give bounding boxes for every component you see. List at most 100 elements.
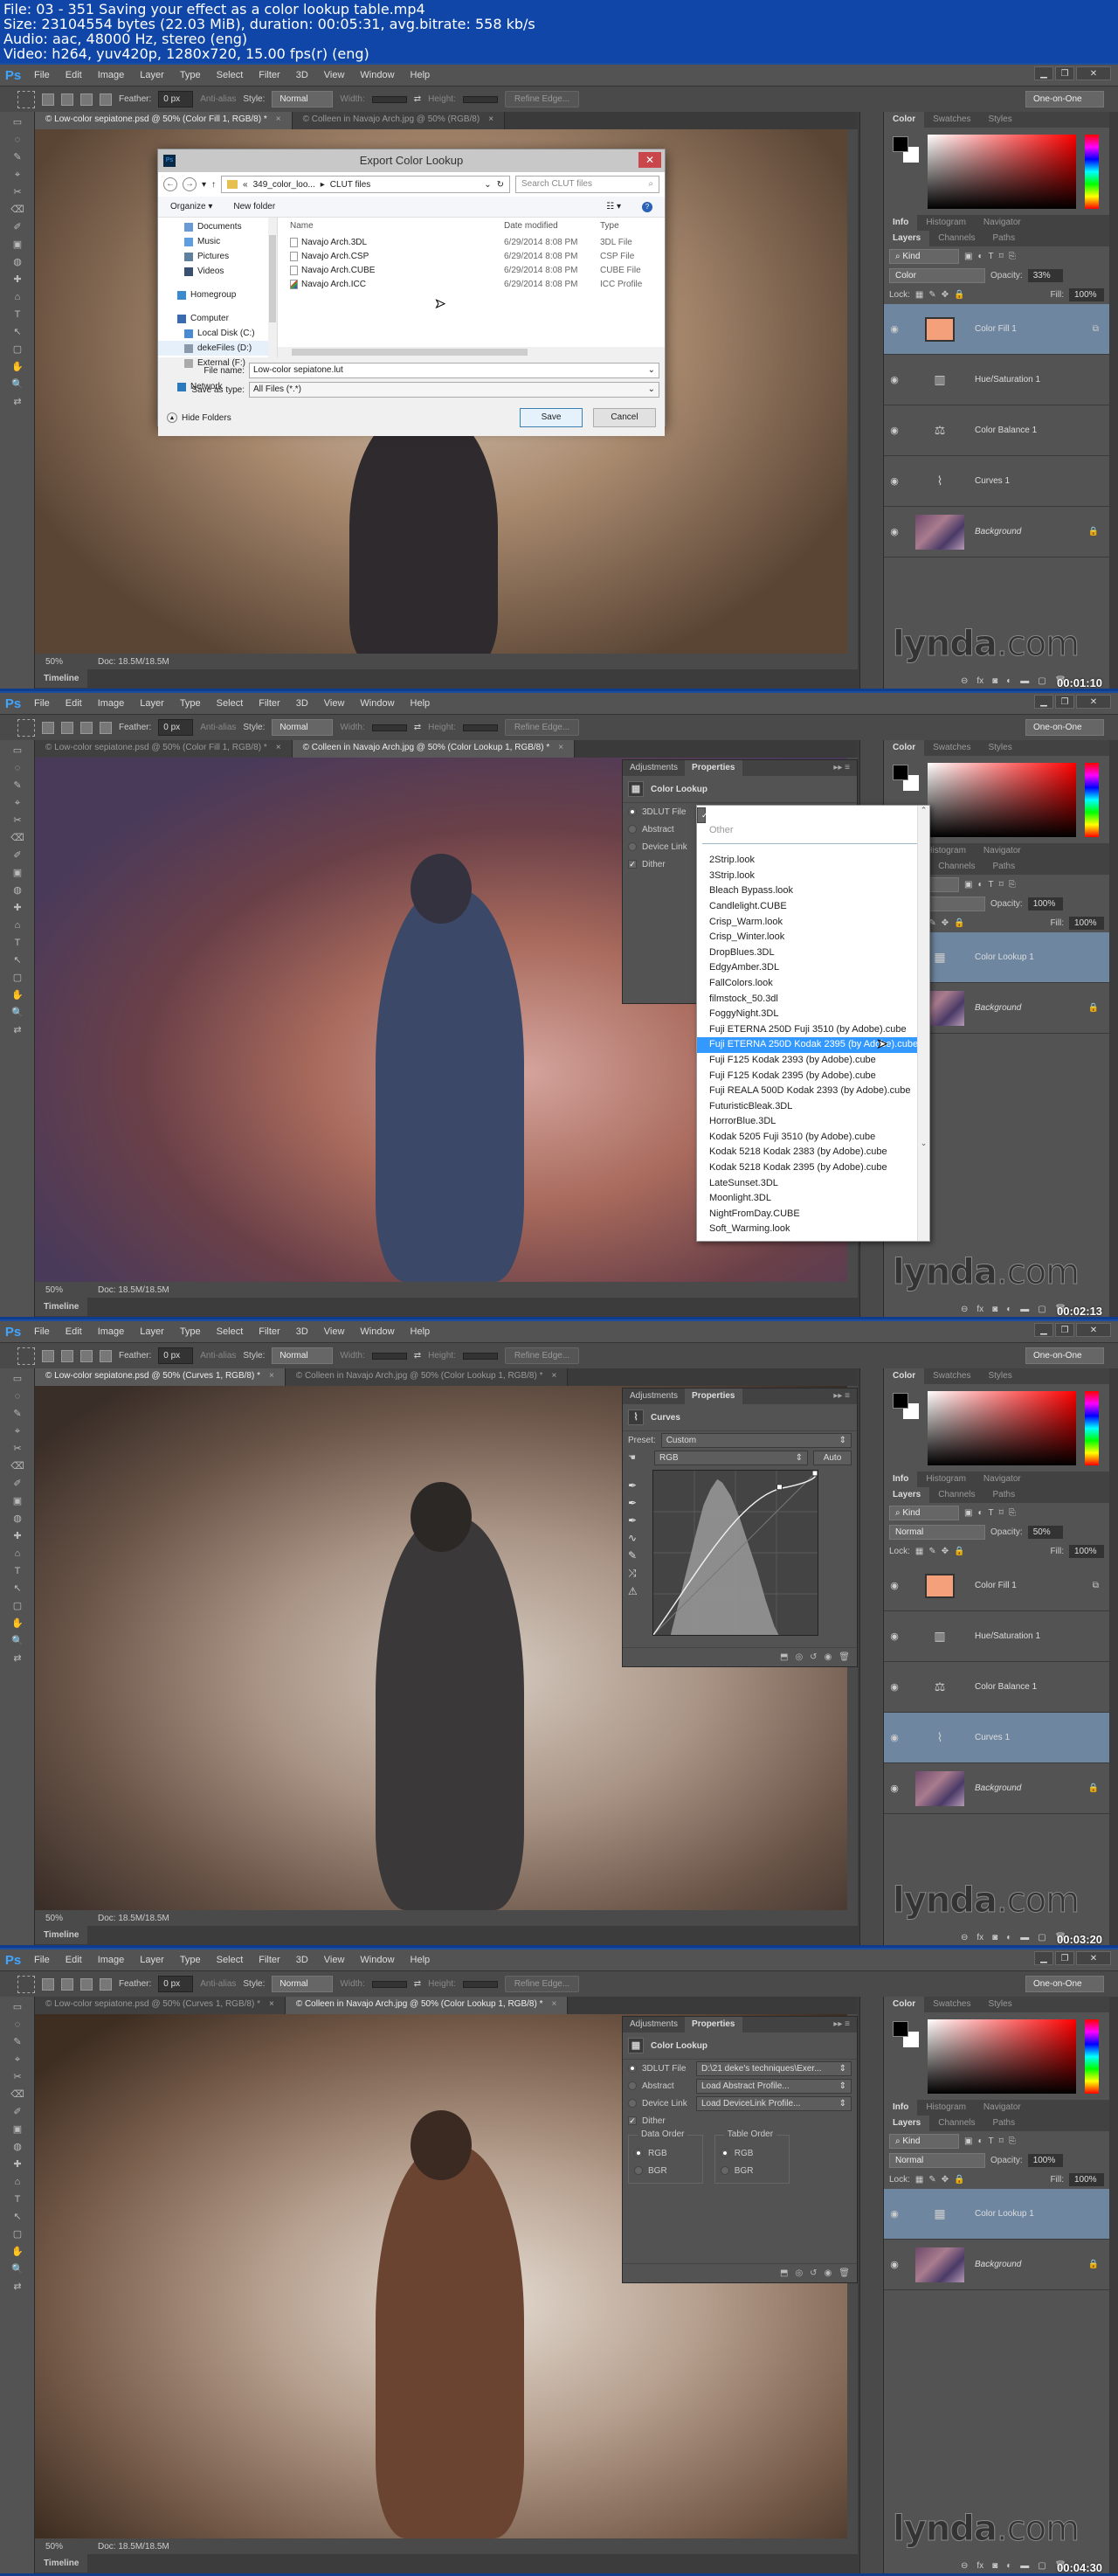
tool-icon[interactable]: ✐ xyxy=(10,220,25,234)
workspace-select[interactable]: One-on-One xyxy=(1025,719,1104,736)
layer-row[interactable]: ◉ ⌇ Curves 1 xyxy=(884,1713,1109,1763)
visibility-icon[interactable]: ◉ xyxy=(825,2268,832,2278)
dropdown-item[interactable]: Crisp_Winter.look xyxy=(697,930,929,945)
tool-icon[interactable]: ✚ xyxy=(10,273,25,287)
timeline-tab[interactable]: Timeline xyxy=(35,1298,88,1316)
minimize-button[interactable]: ▁ xyxy=(1034,695,1053,709)
tool-icon[interactable]: ⌫ xyxy=(10,2088,25,2102)
menu-select[interactable]: Select xyxy=(209,70,252,80)
tool-icon[interactable]: ▣ xyxy=(10,1494,25,1508)
foreground-color-swatch[interactable] xyxy=(893,2021,908,2037)
type-filter-icon[interactable]: T xyxy=(989,1508,994,1518)
dither-checkbox[interactable]: ✓ xyxy=(628,860,637,869)
dropdown-item[interactable]: 2Strip.look xyxy=(697,853,929,869)
tab-channels[interactable]: Channels xyxy=(929,1487,983,1503)
tool-icon[interactable]: ⌫ xyxy=(10,203,25,217)
refine-edge-button[interactable]: Refine Edge... xyxy=(504,91,580,107)
tab-paths[interactable]: Paths xyxy=(984,1487,1025,1503)
add-selection-icon[interactable] xyxy=(61,1349,73,1362)
layer-row[interactable]: ◉ Color Fill 1 ⧉ xyxy=(884,1561,1109,1611)
subtract-selection-icon[interactable] xyxy=(80,721,93,734)
dialog-close-button[interactable]: ✕ xyxy=(638,152,661,168)
tool-icon[interactable]: ✎ xyxy=(10,2035,25,2049)
3dlut-radio[interactable] xyxy=(628,2064,637,2073)
curve-point[interactable] xyxy=(811,1470,818,1477)
tool-icon[interactable]: ▣ xyxy=(10,238,25,252)
intersect-selection-icon[interactable] xyxy=(100,721,112,734)
tab-adjustments[interactable]: Adjustments xyxy=(623,1388,685,1404)
menu-file[interactable]: File xyxy=(26,70,58,80)
new-selection-icon[interactable] xyxy=(42,1349,54,1362)
3dlut-select[interactable]: D:\21 deke's techniques\Exer... ⇕ xyxy=(696,2060,852,2076)
menu-file[interactable]: File xyxy=(26,698,58,709)
layer-row[interactable]: ◉ ▥ Hue/Saturation 1 xyxy=(884,1611,1109,1662)
tab-swatches[interactable]: Swatches xyxy=(924,740,979,756)
blend-mode-select[interactable]: Color xyxy=(889,267,985,283)
tool-icon[interactable]: ⇄ xyxy=(10,1023,25,1037)
layer-row[interactable]: ◉ ⚖ Color Balance 1 xyxy=(884,405,1109,456)
dropdown-item[interactable]: FuturisticBleak.3DL xyxy=(697,1099,929,1115)
tool-icon[interactable]: ▣ xyxy=(10,2122,25,2136)
tool-icon[interactable]: ◍ xyxy=(10,255,25,269)
width-input[interactable] xyxy=(371,95,407,103)
tab-properties[interactable]: Properties xyxy=(685,760,742,776)
hue-slider[interactable] xyxy=(1085,135,1099,209)
menu-edit[interactable]: Edit xyxy=(58,1326,90,1337)
color-picker-field[interactable] xyxy=(928,1391,1076,1465)
link-icon[interactable]: ⊖ xyxy=(961,1305,968,1314)
tab-paths[interactable]: Paths xyxy=(984,2116,1025,2131)
lock-all-icon[interactable]: 🔒 xyxy=(954,2175,964,2185)
restore-button[interactable]: ❐ xyxy=(1055,695,1074,709)
tab-paths[interactable]: Paths xyxy=(984,859,1025,875)
new-layer-icon[interactable]: ▢ xyxy=(1038,2561,1046,2571)
feather-input[interactable]: 0 px xyxy=(158,1976,194,1992)
minimize-button[interactable]: ▁ xyxy=(1034,1951,1053,1965)
tab-swatches[interactable]: Swatches xyxy=(924,112,979,128)
delete-icon[interactable]: 🗑 xyxy=(838,1652,850,1662)
folder-icon[interactable]: ▬ xyxy=(1020,1305,1029,1314)
tool-icon[interactable]: ⌖ xyxy=(10,796,25,810)
lock-image-icon[interactable]: ✎ xyxy=(928,2175,935,2185)
panel-menu-icon[interactable]: ▸▸ ≡ xyxy=(826,760,857,776)
pencil-icon[interactable]: ✎ xyxy=(628,1549,638,1562)
new-folder-button[interactable]: New folder xyxy=(233,202,275,211)
antialias-checkbox[interactable]: Anti-alias xyxy=(200,94,236,104)
close-tab-icon[interactable]: × xyxy=(558,743,563,752)
restore-button[interactable]: ❐ xyxy=(1055,1951,1074,1965)
minimize-button[interactable]: ▁ xyxy=(1034,1323,1053,1337)
menu-help[interactable]: Help xyxy=(403,1326,438,1337)
dropdown-item-checked[interactable]: ✓ Load 3D LUT... xyxy=(697,807,763,823)
tool-icon[interactable]: ▢ xyxy=(10,971,25,985)
tool-icon[interactable]: ◌ xyxy=(10,761,25,775)
close-button[interactable]: ✕ xyxy=(1076,1951,1111,1965)
search-input[interactable]: Search CLUT files ⌕ xyxy=(515,176,659,193)
lock-all-icon[interactable]: 🔒 xyxy=(954,918,964,928)
workspace-select[interactable]: One-on-One xyxy=(1025,1976,1104,1992)
dropdown-item[interactable]: HorrorBlue.3DL xyxy=(697,1114,929,1130)
tab-layers[interactable]: Layers xyxy=(884,2116,930,2131)
cancel-button[interactable]: Cancel xyxy=(593,408,656,427)
tool-icon[interactable]: ⇄ xyxy=(10,2280,25,2294)
visibility-eye-icon[interactable]: ◉ xyxy=(884,425,905,436)
hue-slider[interactable] xyxy=(1085,763,1099,837)
tab-properties[interactable]: Properties xyxy=(685,1388,742,1404)
style-select[interactable]: Normal xyxy=(272,1976,334,1992)
menu-layer[interactable]: Layer xyxy=(132,70,172,80)
tool-icon[interactable]: 🔍 xyxy=(10,1006,25,1020)
close-tab-icon[interactable]: × xyxy=(488,114,493,124)
mask-icon[interactable]: ◙ xyxy=(992,676,997,686)
document-tab[interactable]: © Colleen in Navajo Arch.jpg @ 50% (Colo… xyxy=(285,1368,569,1386)
tool-icon[interactable]: ⌫ xyxy=(10,831,25,845)
lock-transparent-icon[interactable]: ▦ xyxy=(915,290,923,300)
folder-icon[interactable]: ▬ xyxy=(1020,2561,1029,2571)
table-order-bgr-radio[interactable] xyxy=(720,2166,729,2175)
workspace-select[interactable]: One-on-One xyxy=(1025,91,1104,107)
file-row[interactable]: Navajo Arch.CUBE 6/29/2014 8:08 PM CUBE … xyxy=(278,263,665,277)
tab-color[interactable]: Color xyxy=(884,112,925,128)
blend-mode-select[interactable]: Normal xyxy=(889,1524,985,1540)
tool-icon[interactable]: ⇄ xyxy=(10,395,25,409)
color-picker-field[interactable] xyxy=(928,763,1076,837)
smartobject-filter-icon[interactable]: ⎘ xyxy=(1009,880,1016,890)
subtract-selection-icon[interactable] xyxy=(80,93,93,106)
nav-item[interactable]: External (F:) xyxy=(158,356,277,370)
